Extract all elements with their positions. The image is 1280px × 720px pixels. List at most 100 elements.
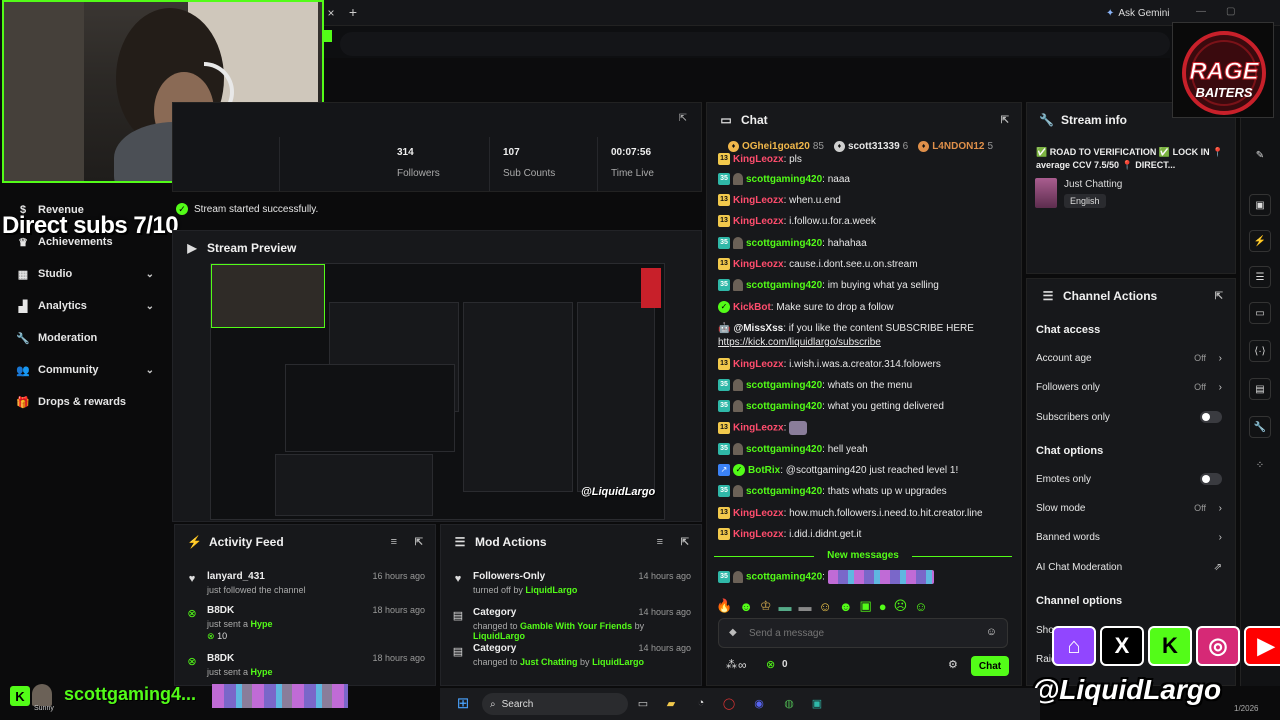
chat-username[interactable]: KingLeozx	[733, 259, 784, 270]
emote-icon[interactable]: ☻	[739, 599, 753, 614]
chat-username[interactable]: scottgaming420	[746, 280, 822, 291]
wrench-icon[interactable]: 🔧	[1249, 416, 1271, 438]
feed-user[interactable]: B8DK	[207, 653, 234, 664]
category-thumbnail[interactable]	[1035, 178, 1057, 208]
chat-username[interactable]: scottgaming420	[746, 401, 822, 412]
gear-icon[interactable]: ⚙	[948, 658, 958, 671]
chat-username[interactable]: scottgaming420	[746, 486, 822, 497]
dashboard-icon[interactable]: ▤	[1249, 378, 1271, 400]
emotes-only-toggle[interactable]	[1200, 473, 1222, 485]
banned-words-row[interactable]: Banned words ›	[1036, 528, 1224, 546]
pencil-icon[interactable]: ✎	[1249, 144, 1271, 166]
folder-icon[interactable]: ▰	[662, 694, 680, 712]
chat-username[interactable]: KingLeozx	[733, 216, 784, 227]
nav-achievements[interactable]: ♛ Achievements	[16, 232, 166, 252]
chat-input-box[interactable]: ◆ ☺	[718, 618, 1008, 648]
nav-moderation[interactable]: 🔧 Moderation	[16, 328, 166, 348]
nav-studio[interactable]: ▦ Studio ⌄	[16, 264, 166, 284]
users-icon[interactable]: ⁂	[726, 658, 737, 671]
followers-only-row[interactable]: Followers only Off ›	[1036, 378, 1224, 396]
popout-icon[interactable]: ⇱	[415, 537, 423, 548]
chat-username[interactable]: KingLeozx	[733, 359, 784, 370]
slow-mode-row[interactable]: Slow mode Off ›	[1036, 499, 1224, 517]
mod-action-desc: changed to Just Chatting by LiquidLargo	[473, 657, 645, 667]
maximize-icon[interactable]: ▢	[1226, 6, 1235, 17]
chat-username[interactable]: KickBot	[733, 302, 771, 313]
filter-icon[interactable]: ≡	[657, 536, 663, 548]
chat-username[interactable]: KingLeozx	[733, 423, 784, 434]
code-icon[interactable]: ⟨·⟩	[1249, 340, 1271, 362]
feed-user[interactable]: lanyard_431	[207, 571, 265, 582]
feed-user[interactable]: B8DK	[207, 605, 234, 616]
apps-icon[interactable]: ⁘	[1249, 454, 1271, 476]
list-icon[interactable]: ☰	[1249, 266, 1271, 288]
nav-analytics[interactable]: ▟ Analytics ⌄	[16, 296, 166, 316]
chat-username[interactable]: scottgaming420	[746, 444, 822, 455]
emote-icon[interactable]: ●	[879, 599, 887, 614]
windows-start-icon[interactable]: ⊞	[454, 694, 472, 712]
tab-close-button[interactable]: ×	[324, 6, 338, 20]
emote-icon[interactable]: ☻	[839, 599, 853, 614]
discord-icon[interactable]: ◉	[750, 694, 768, 712]
new-messages-divider[interactable]: New messages	[714, 550, 1012, 564]
nav-drops-rewards[interactable]: 🎁 Drops & rewards	[16, 392, 166, 412]
taskbar-date: 1/2026	[1234, 704, 1259, 713]
emote-icon[interactable]: ☺	[819, 599, 832, 614]
nav-community[interactable]: 👥 Community ⌄	[16, 360, 166, 380]
task-view-icon[interactable]: ▭	[634, 694, 652, 712]
chrome-icon[interactable]: ◍	[780, 694, 798, 712]
avatar-badge	[733, 173, 743, 186]
chat-username[interactable]: scottgaming420	[746, 238, 822, 249]
address-bar[interactable]	[340, 32, 1170, 56]
stream-preview-video[interactable]: @LiquidLargo	[210, 263, 665, 520]
popout-icon[interactable]: ⇱	[679, 113, 687, 124]
ask-gemini-button[interactable]: ✦ Ask Gemini	[1106, 5, 1170, 21]
minimize-icon[interactable]: —	[1196, 6, 1206, 17]
sub-badge: 35	[718, 443, 730, 456]
chat-bubble-icon[interactable]: ▭	[1249, 302, 1271, 324]
emote-icon[interactable]: ▬	[779, 599, 792, 614]
filter-icon[interactable]: ≡	[391, 536, 397, 548]
app-icon[interactable]: ▣	[808, 694, 826, 712]
subscribers-only-toggle[interactable]	[1200, 411, 1222, 423]
popout-icon[interactable]: ⇱	[1215, 291, 1223, 302]
account-age-row[interactable]: Account age Off ›	[1036, 349, 1224, 367]
new-tab-button[interactable]: +	[346, 4, 360, 20]
bolt-icon[interactable]: ⚡	[1249, 230, 1271, 252]
emote-icon[interactable]: ♔	[760, 598, 772, 614]
emote-icon[interactable]: ▬	[799, 599, 812, 614]
taskbar-search[interactable]: ⌕ Search	[482, 693, 628, 715]
chat-username[interactable]: @MissXss	[733, 323, 783, 334]
mod-action-time: 14 hours ago	[638, 643, 691, 653]
chat-message-input[interactable]	[749, 625, 969, 641]
emoji-icon[interactable]: ☺	[986, 626, 997, 638]
leader-entry[interactable]: ♦ scott31339 6	[833, 138, 908, 154]
chat-username[interactable]: BotRix	[748, 465, 780, 476]
emote-icon[interactable]: ☹	[894, 598, 908, 614]
sub-badge: 13	[718, 194, 730, 207]
emote-icon[interactable]: 🔥	[716, 598, 732, 614]
emote-icon[interactable]: ☺	[914, 599, 927, 614]
popout-icon[interactable]: ⇱	[681, 537, 689, 548]
chat-username[interactable]: KingLeozx	[733, 195, 784, 206]
chat-message-list[interactable]: 13 KingLeozx: pls 35 scottgaming420: naaa …	[718, 153, 1014, 593]
ai-moderation-row[interactable]: AI Chat Moderation ⇗	[1036, 558, 1224, 576]
emote-icon[interactable]: ▣	[860, 598, 872, 614]
chat-username[interactable]: scottgaming420	[746, 174, 822, 185]
popout-icon[interactable]: ⇱	[1001, 115, 1009, 126]
chevron-right-icon: ›	[1218, 502, 1222, 514]
sub-badge: 13	[718, 422, 730, 434]
chat-username[interactable]: KingLeozx	[733, 508, 784, 519]
chat-username[interactable]: scottgaming420	[746, 380, 822, 391]
leader-entry[interactable]: ♦ OGhei1goat20 85	[728, 138, 824, 154]
chat-username[interactable]: KingLeozx	[733, 154, 784, 165]
chat-send-button[interactable]: Chat	[971, 656, 1009, 676]
chat-username[interactable]: KingLeozx	[733, 529, 784, 540]
category-name[interactable]: Just Chatting	[1064, 179, 1122, 190]
chat-username[interactable]: scottgaming420	[746, 572, 822, 583]
clock-app-icon[interactable]: ◔	[692, 694, 710, 712]
screen-icon[interactable]: ▣	[1249, 194, 1271, 216]
leader-entry[interactable]: ♦ L4NDON12 5	[918, 138, 993, 154]
subscribe-link[interactable]: https://kick.com/liquidlargo/subscribe	[718, 337, 881, 348]
opera-icon[interactable]: ◯	[720, 694, 738, 712]
